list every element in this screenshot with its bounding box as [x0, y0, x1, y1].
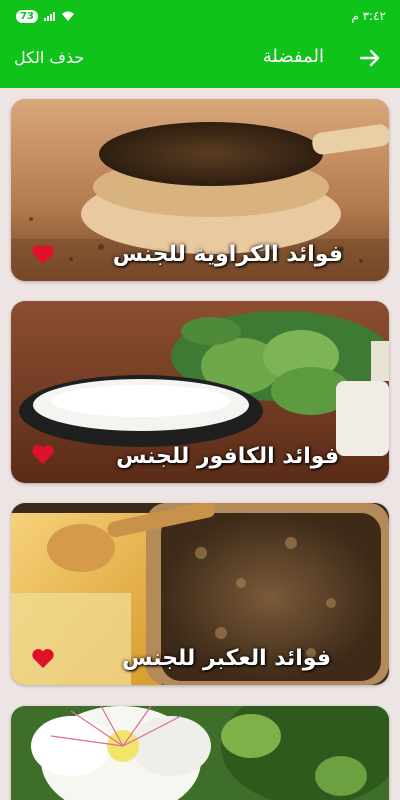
status-time: ٣:٤٢ م [351, 9, 386, 23]
card-title: فوائد العكبر للجنس [122, 646, 331, 671]
status-bar: 73 ٣:٤٢ م [0, 0, 400, 32]
page-title: المفضلة [262, 46, 324, 67]
favorite-card[interactable] [11, 706, 389, 800]
signal-icon [43, 11, 55, 21]
heart-icon[interactable] [31, 443, 55, 465]
favorite-card[interactable]: فوائد الكراوية للجنس [11, 99, 389, 281]
heart-icon[interactable] [31, 243, 55, 265]
caper-flower-image [11, 706, 389, 800]
card-title: فوائد الكراوية للجنس [112, 242, 343, 267]
status-icons: 73 [16, 9, 75, 23]
delete-all-button[interactable]: حذف الكل [14, 48, 84, 67]
favorite-card[interactable]: فوائد العكبر للجنس [11, 503, 389, 685]
wifi-icon [61, 11, 74, 21]
favorite-card[interactable]: فوائد الكافور للجنس [11, 301, 389, 483]
battery-indicator: 73 [16, 9, 38, 23]
app-bar: حذف الكل المفضلة [0, 32, 400, 88]
arrow-right-icon[interactable] [358, 46, 382, 70]
heart-icon[interactable] [31, 647, 55, 669]
favorites-list[interactable]: فوائد الكراوية للجنس فوائد الكافور للجنس… [0, 88, 400, 800]
card-title: فوائد الكافور للجنس [116, 444, 339, 469]
